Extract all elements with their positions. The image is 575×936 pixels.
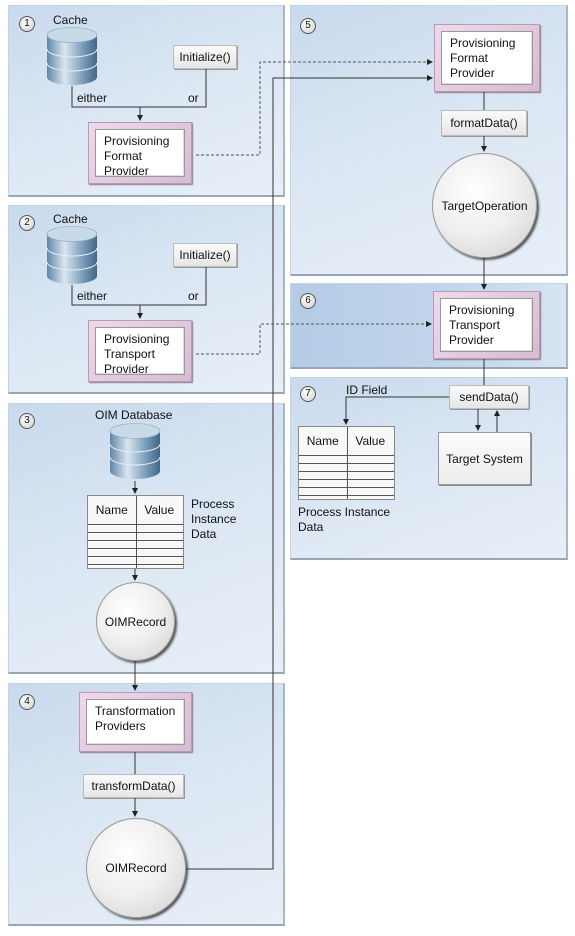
step-1-provider-box: Provisioning Format Provider — [88, 122, 192, 184]
step-4-provider-label: Transformation Providers — [86, 699, 185, 745]
step-7-id-field-label: ID Field — [346, 383, 388, 397]
step-3-badge: 3 — [19, 413, 35, 429]
step-3-col-value: Value — [144, 503, 175, 517]
step-7-data-table: Name Value — [298, 426, 395, 500]
step-6-badge: 6 — [300, 293, 316, 309]
step-2-either-label: either — [77, 289, 108, 303]
step-5-provider-label: Provisioning Format Provider — [441, 31, 533, 85]
step-2-badge: 2 — [19, 215, 35, 231]
step-1-initialize-box: Initialize() — [173, 45, 237, 69]
step-3-data-table: Name Value — [87, 495, 184, 569]
step-6-provider-label: Provisioning Transport Provider — [440, 298, 533, 352]
step-1-database-icon — [46, 27, 98, 87]
step-3-oimrecord: OIMRecord — [96, 582, 175, 661]
step-1-or-label: or — [188, 91, 199, 105]
step-4-provider-box: Transformation Providers — [79, 692, 192, 752]
step-3-db-label: OIM Database — [95, 408, 173, 422]
step-6-provider-box: Provisioning Transport Provider — [433, 291, 540, 359]
step-4-transformdata-box: transformData() — [83, 774, 184, 798]
step-4-badge: 4 — [19, 694, 35, 710]
step-7-senddata-box: sendData() — [449, 385, 529, 409]
step-7-col-name: Name — [306, 434, 339, 448]
step-7-col-value: Value — [355, 434, 386, 448]
step-3-table-caption: Process Instance Data — [191, 497, 237, 541]
step-4-oimrecord: OIMRecord — [86, 818, 186, 918]
step-7-table-caption: Process Instance Data — [298, 505, 391, 534]
step-5-targetoperation: TargetOperation — [432, 153, 537, 258]
step-2-or-label: or — [188, 289, 199, 303]
step-2-provider-label: Provisioning Transport Provider — [95, 327, 185, 376]
step-1-badge: 1 — [19, 16, 35, 32]
step-3-database-icon — [109, 423, 161, 481]
step-5-provider-box: Provisioning Format Provider — [434, 24, 540, 92]
step-2-initialize-box: Initialize() — [173, 243, 237, 267]
step-5-formatdata-box: formatData() — [441, 110, 527, 136]
step-1-cache-label: Cache — [53, 13, 88, 27]
step-1-provider-label: Provisioning Format Provider — [95, 129, 185, 178]
step-2-cache-label: Cache — [53, 212, 88, 226]
step-5-badge: 5 — [300, 18, 316, 34]
step-1-either-label: either — [77, 91, 108, 105]
step-3-col-name: Name — [95, 503, 128, 517]
step-7-target-system: Target System — [438, 432, 531, 485]
step-2-database-icon — [46, 226, 98, 286]
step-2-provider-box: Provisioning Transport Provider — [88, 320, 192, 382]
step-7-badge: 7 — [300, 386, 316, 402]
